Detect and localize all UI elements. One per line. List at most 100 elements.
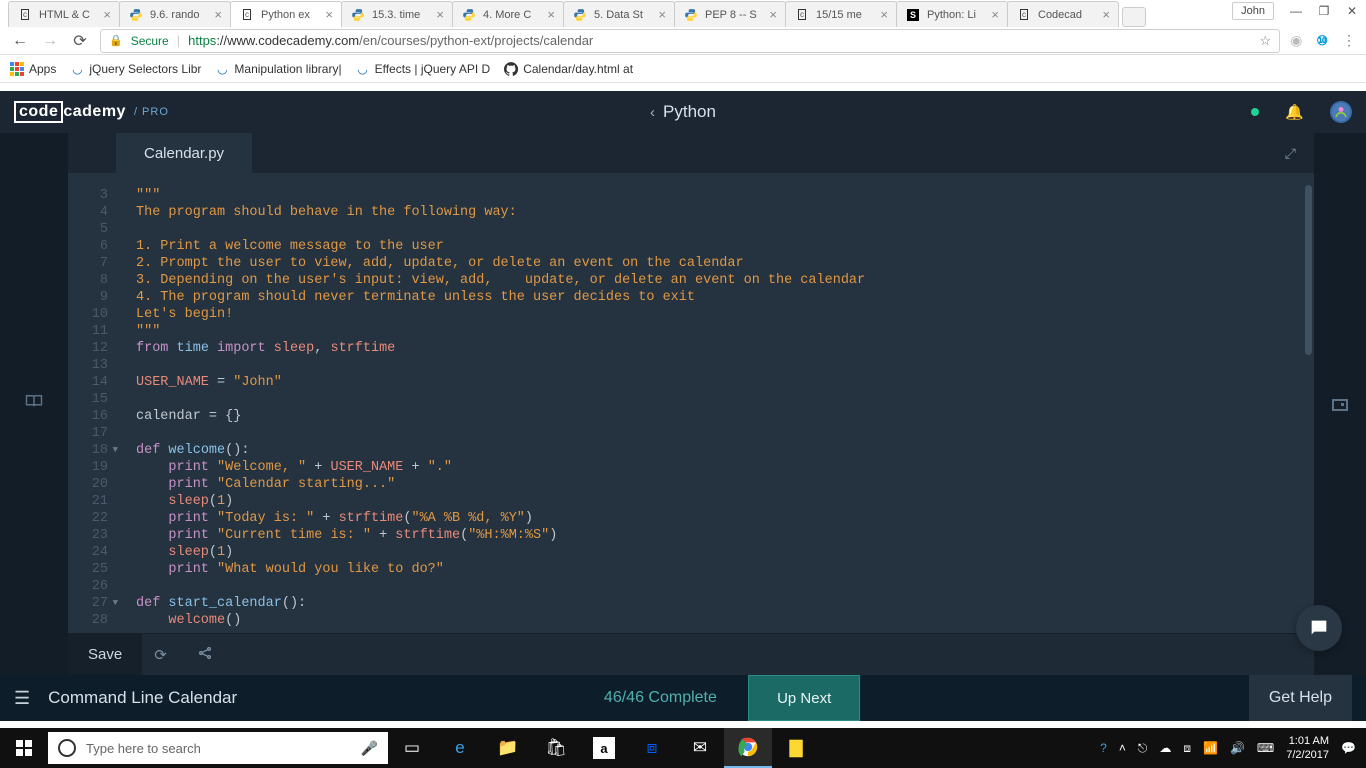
user-avatar[interactable] [1330, 101, 1352, 123]
get-help-button[interactable]: Get Help [1249, 675, 1352, 721]
tab-close-icon[interactable]: × [103, 7, 111, 22]
codecademy-app: codecademy / PRO ‹ Python 🔔 Calendar.py … [0, 91, 1366, 721]
reload-button[interactable]: ⟳ [70, 31, 90, 51]
star-icon[interactable]: ☆ [1259, 33, 1271, 49]
bookmark-manipulation[interactable]: ◡Manipulation library| [215, 62, 341, 76]
code-editor[interactable]: 3456789101112131415161718▼19202122232425… [68, 173, 1314, 633]
editor-area: Calendar.py ⤢ 3456789101112131415161718▼… [68, 133, 1314, 675]
up-next-button[interactable]: Up Next [748, 675, 860, 721]
tray-wifi-icon[interactable]: 📶 [1203, 741, 1218, 755]
tray-notifications-icon[interactable]: 💬 [1341, 741, 1356, 755]
tab-close-icon[interactable]: × [880, 7, 888, 22]
tab-title: Python ex [261, 9, 321, 21]
tab-title: 4. More C [483, 9, 543, 21]
window-minimize[interactable]: — [1282, 4, 1310, 18]
tab-title: 5. Data St [594, 9, 654, 21]
tab-close-icon[interactable]: × [214, 7, 222, 22]
favicon-icon [461, 7, 477, 23]
tray-help-icon[interactable]: ? [1100, 741, 1107, 755]
tab-close-icon[interactable]: × [325, 7, 333, 22]
chrome-menu-icon[interactable]: ⋮ [1342, 32, 1356, 49]
amazon-icon[interactable]: a [593, 737, 615, 759]
chrome-icon[interactable] [724, 728, 772, 768]
favicon-icon [572, 7, 588, 23]
favicon-icon: c [1016, 7, 1032, 23]
window-close[interactable]: ✕ [1338, 4, 1366, 18]
expand-icon[interactable]: ⤢ [1285, 145, 1296, 162]
bookmark-effects[interactable]: ◡Effects | jQuery API D [356, 62, 491, 76]
course-breadcrumb[interactable]: ‹ Python [650, 102, 716, 122]
lesson-title: Command Line Calendar [48, 688, 237, 708]
windows-taskbar: Type here to search 🎤 ▭ e 📁 🛍 a ⧈ ✉ ▇ ? … [0, 728, 1366, 768]
tab-close-icon[interactable]: × [1102, 7, 1110, 22]
edge-icon[interactable]: e [436, 728, 484, 768]
lessons-icon[interactable] [25, 393, 43, 413]
browser-tab[interactable]: cCodecad× [1007, 1, 1119, 27]
tray-onedrive-icon[interactable]: ☁ [1159, 741, 1171, 755]
tray-chevron-up-icon[interactable]: ˄ [1119, 741, 1126, 755]
store-icon[interactable]: 🛍 [532, 728, 580, 768]
share-icon[interactable] [197, 645, 213, 665]
favicon-icon: c [239, 7, 255, 23]
chrome-profile-badge[interactable]: John [1232, 2, 1274, 20]
browser-tab[interactable]: 15.3. time× [341, 1, 453, 27]
hp-icon[interactable]: ⑩ [1316, 33, 1328, 49]
tray-volume-icon[interactable]: 🔊 [1230, 741, 1245, 755]
window-maximize[interactable]: ❐ [1310, 4, 1338, 18]
layout-toggle-icon[interactable] [1332, 399, 1348, 411]
tab-close-icon[interactable]: × [991, 7, 999, 22]
bookmark-calendar-github[interactable]: Calendar/day.html at [504, 62, 633, 76]
left-rail [0, 133, 68, 675]
task-view-icon[interactable]: ▭ [388, 728, 436, 768]
tray-logitech-icon[interactable]: ⎋ [1138, 741, 1148, 756]
browser-tab[interactable]: 5. Data St × [563, 1, 675, 27]
tab-close-icon[interactable]: × [769, 7, 777, 22]
tab-close-icon[interactable]: × [547, 7, 555, 22]
favicon-icon: S [905, 7, 921, 23]
editor-scrollbar[interactable] [1305, 185, 1312, 355]
start-button[interactable] [0, 728, 48, 768]
tab-close-icon[interactable]: × [658, 7, 666, 22]
tab-title: PEP 8 -- S [705, 9, 765, 21]
intercom-chat-button[interactable] [1296, 605, 1342, 651]
codecademy-logo[interactable]: codecademy / PRO [14, 101, 169, 123]
line-gutter: 3456789101112131415161718▼19202122232425… [68, 173, 116, 633]
file-tab-calendar[interactable]: Calendar.py [116, 133, 252, 173]
url-input[interactable]: 🔒 Secure | https://www.codecademy.com/en… [100, 29, 1280, 53]
browser-tab[interactable]: c15/15 me× [785, 1, 897, 27]
bookmark-jquery-selectors[interactable]: ◡jQuery Selectors Libr [70, 62, 201, 76]
tray-dropbox-icon[interactable]: ⧈ [1183, 741, 1191, 756]
forward-button[interactable]: → [40, 32, 60, 50]
back-button[interactable]: ← [10, 32, 30, 50]
extension-icon[interactable]: ◉ [1290, 32, 1302, 49]
syllabus-menu-icon[interactable]: ☰ [14, 688, 30, 709]
taskbar-clock[interactable]: 1:01 AM 7/2/2017 [1286, 734, 1329, 762]
tab-close-icon[interactable]: × [436, 7, 444, 22]
save-button[interactable]: Save [68, 634, 142, 675]
browser-tab[interactable]: 9.6. rando× [119, 1, 231, 27]
favicon-icon [350, 7, 366, 23]
browser-tab[interactable]: PEP 8 -- S × [674, 1, 786, 27]
browser-tab[interactable]: c Python ex × [230, 1, 342, 27]
notifications-icon[interactable]: 🔔 [1285, 103, 1304, 121]
code-content[interactable]: """The program should behave in the foll… [116, 173, 1314, 633]
window-controls: John — ❐ ✕ [1232, 0, 1366, 22]
sticky-notes-icon[interactable]: ▇ [772, 728, 820, 768]
file-explorer-icon[interactable]: 📁 [484, 728, 532, 768]
apps-bookmark[interactable]: Apps [10, 62, 56, 76]
reset-icon[interactable]: ⟳ [154, 646, 167, 664]
lock-icon: 🔒 [109, 34, 123, 47]
mic-icon[interactable]: 🎤 [361, 740, 378, 757]
dropbox-icon[interactable]: ⧈ [628, 728, 676, 768]
browser-tab[interactable]: 4. More C × [452, 1, 564, 27]
system-tray: ? ˄ ⎋ ☁ ⧈ 📶 🔊 ⌨ 1:01 AM 7/2/2017 💬 [1090, 734, 1366, 762]
browser-tab[interactable]: SPython: Li× [896, 1, 1008, 27]
new-tab-button[interactable] [1122, 7, 1146, 27]
app-footer: ☰ Command Line Calendar 46/46 Complete U… [0, 675, 1366, 721]
taskbar-search[interactable]: Type here to search 🎤 [48, 732, 388, 764]
right-rail [1314, 133, 1366, 675]
tray-keyboard-icon[interactable]: ⌨ [1257, 741, 1274, 755]
connection-status-dot [1251, 108, 1259, 116]
mail-icon[interactable]: ✉ [676, 728, 724, 768]
browser-tab[interactable]: cHTML & C× [8, 1, 120, 27]
